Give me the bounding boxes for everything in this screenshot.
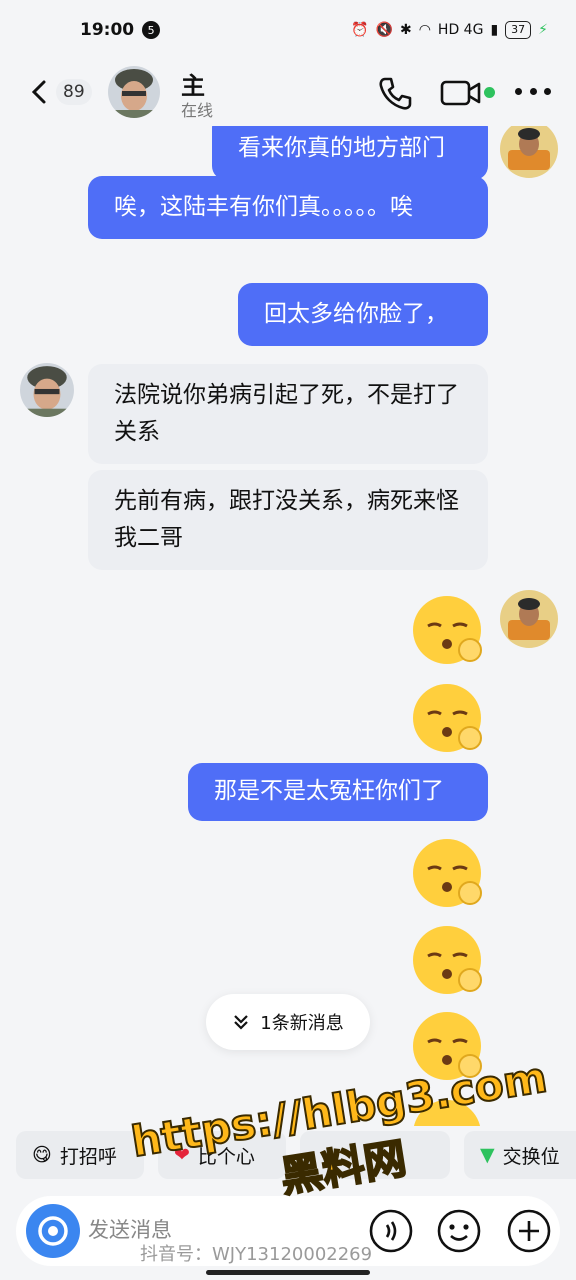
message-bubble-outgoing[interactable]: 看来你真的地方部门 xyxy=(212,126,488,180)
sleepy-face-emoji[interactable] xyxy=(410,922,488,1000)
phone-icon[interactable] xyxy=(376,74,414,112)
message-bubble-outgoing[interactable]: 唉，这陆丰有你们真。。。。。唉 xyxy=(88,176,488,239)
battery-icon: 37 xyxy=(505,21,532,39)
mute-icon: 🔇 xyxy=(375,22,393,38)
sleepy-face-emoji[interactable] xyxy=(410,835,488,913)
double-chevron-down-icon xyxy=(234,1015,249,1030)
status-icons: ⏰ 🔇 ✱ ◠ HD 4G ▮ 37 ⚡ xyxy=(351,21,548,39)
bluetooth-icon: ✱ xyxy=(399,22,412,38)
quick-reply-label: 打招呼 xyxy=(59,1145,117,1168)
network-label: HD 4G xyxy=(437,22,484,38)
camera-button[interactable] xyxy=(26,1204,80,1258)
message-bubble-outgoing[interactable]: 回太多给你脸了， xyxy=(238,283,488,346)
contact-message-avatar[interactable] xyxy=(20,363,74,417)
wifi-icon: ◠ xyxy=(418,22,431,38)
emoji-picker-icon[interactable] xyxy=(436,1208,482,1254)
back-arrow-icon[interactable] xyxy=(26,74,56,110)
video-call-icon[interactable] xyxy=(440,76,482,110)
message-bubble-outgoing[interactable]: 那是不是太冤枉你们了 xyxy=(188,763,488,821)
alarm-icon: ⏰ xyxy=(351,22,369,38)
plus-icon[interactable] xyxy=(506,1208,552,1254)
chat-messages: 看来你真的地方部门 唉，这陆丰有你们真。。。。。唉 回太多给你脸了， 法院说你弟… xyxy=(0,126,576,1126)
tiktok-id-watermark: 抖音号：WJY13120002269 xyxy=(140,1244,373,1265)
charging-icon: ⚡ xyxy=(538,22,548,38)
contact-name: 主 xyxy=(181,72,205,100)
unread-count-badge[interactable]: 89 xyxy=(56,79,92,105)
message-bubble-incoming[interactable]: 先前有病，跟打没关系，病死来怪我二哥 xyxy=(88,470,488,570)
contact-status: 在线 xyxy=(181,101,214,120)
chat-header: 89 主 在线 xyxy=(0,60,576,126)
camera-icon xyxy=(38,1216,68,1246)
smiley-icon: 😋 xyxy=(32,1144,52,1166)
voice-icon[interactable] xyxy=(368,1208,414,1254)
message-bubble-incoming[interactable]: 法院说你弟病引起了死，不是打了关系 xyxy=(88,364,488,464)
more-options-button[interactable] xyxy=(515,88,551,98)
online-indicator xyxy=(484,87,495,98)
my-avatar[interactable] xyxy=(500,590,558,648)
home-indicator[interactable] xyxy=(206,1270,370,1275)
signal-icon: ▮ xyxy=(490,22,499,38)
sleepy-face-emoji[interactable] xyxy=(410,680,488,758)
my-avatar[interactable] xyxy=(500,126,558,178)
status-bar: 19:00 5 ⏰ 🔇 ✱ ◠ HD 4G ▮ 37 ⚡ xyxy=(0,0,576,60)
contact-avatar[interactable] xyxy=(108,66,160,118)
notification-count-badge: 5 xyxy=(142,21,161,39)
quick-reply-greet[interactable]: 😋 打招呼 xyxy=(16,1131,144,1179)
status-time: 19:00 xyxy=(80,20,135,40)
new-messages-label: 1条新消息 xyxy=(260,1013,344,1034)
sleepy-face-emoji[interactable] xyxy=(410,592,488,670)
new-messages-pill[interactable]: 1条新消息 xyxy=(206,994,370,1050)
